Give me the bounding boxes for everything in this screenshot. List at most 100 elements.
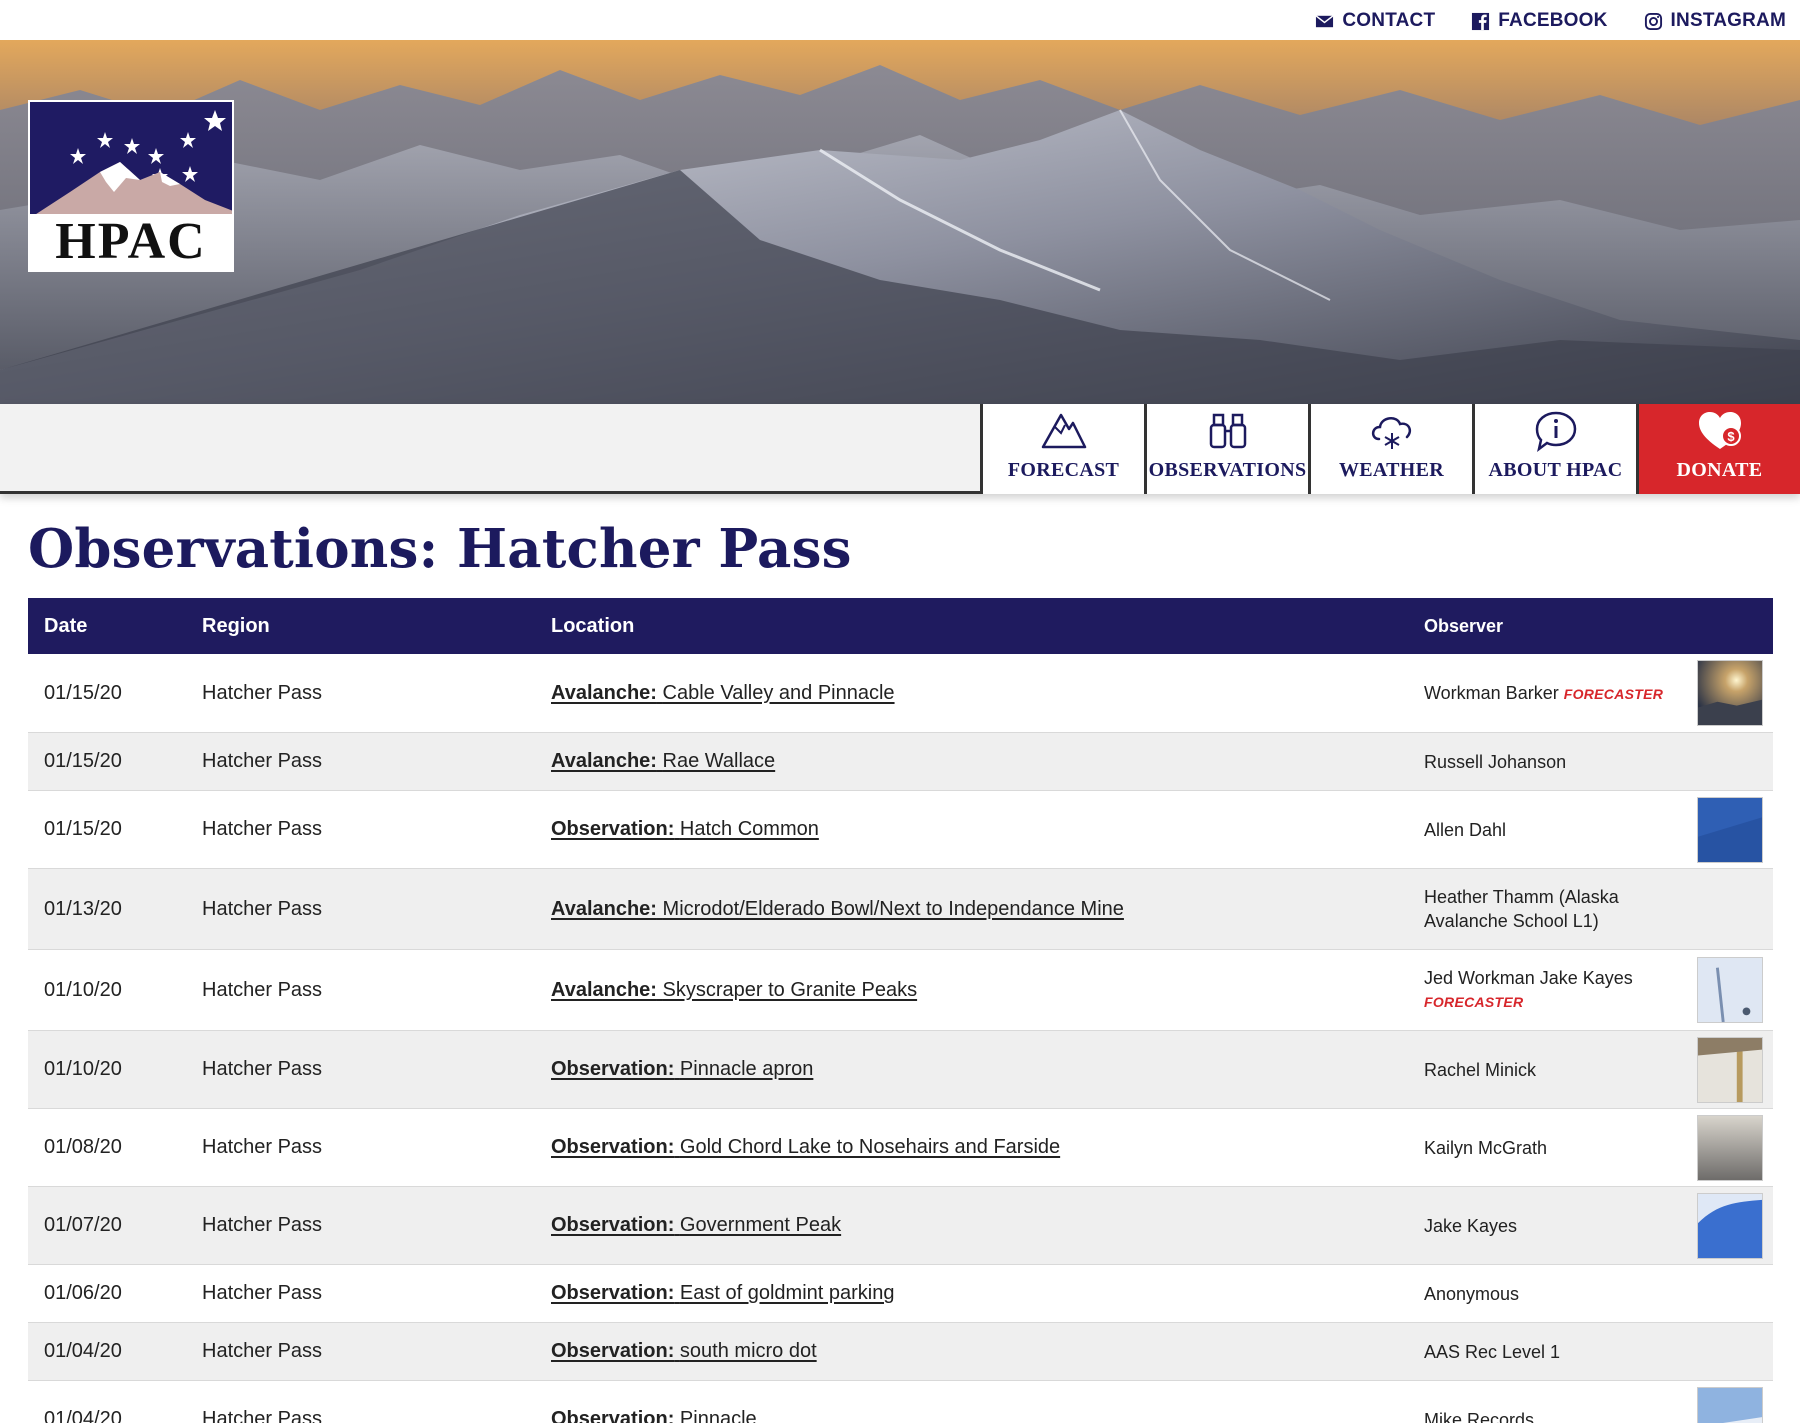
page-title: Observations: Hatcher Pass — [28, 518, 852, 580]
mountain-landscape-image — [0, 40, 1800, 404]
stars-mountain-emblem — [30, 110, 232, 222]
observation-photo-thumbnail[interactable] — [1697, 1192, 1763, 1259]
location-name: south micro dot — [679, 1340, 817, 1362]
row-date: 01/15/20 — [44, 681, 122, 704]
contact-label: CONTACT — [1342, 10, 1436, 31]
observer-name: Mike Records — [1424, 1409, 1535, 1423]
row-observer: Workman Barker FORECASTER — [1424, 681, 1693, 706]
hpac-logo[interactable]: HPAC — [28, 100, 234, 272]
location-link[interactable]: Observation: Government Peak — [551, 1214, 841, 1236]
row-date: 01/13/20 — [44, 897, 122, 920]
location-type: Observation: — [551, 1214, 675, 1236]
contact-link[interactable]: CONTACT — [1315, 10, 1435, 32]
facebook-link[interactable]: FACEBOOK — [1471, 10, 1607, 32]
row-location: Observation: Pinnacle — [551, 1408, 1424, 1423]
location-link[interactable]: Observation: Pinnacle apron — [551, 1058, 813, 1080]
row-location: Avalanche: Microdot/Elderado Bowl/Next t… — [551, 898, 1424, 921]
nav-forecast[interactable]: FORECAST — [980, 404, 1144, 494]
row-observer: Rachel Minick — [1424, 1058, 1693, 1082]
observation-photo-thumbnail[interactable] — [1697, 796, 1763, 863]
location-type: Observation: — [551, 1340, 675, 1362]
location-type: Avalanche: — [551, 681, 657, 704]
row-region: Hatcher Pass — [202, 897, 323, 920]
row-thumb-cell — [1693, 957, 1773, 1023]
header-observer[interactable]: Observer — [1424, 614, 1693, 638]
location-name: Government Peak — [679, 1214, 842, 1236]
observation-photo-thumbnail[interactable] — [1697, 1386, 1763, 1423]
location-link[interactable]: Observation: south micro dot — [551, 1340, 817, 1362]
table-row: 01/04/20 Hatcher Pass Observation: Pinna… — [28, 1381, 1773, 1423]
row-date: 01/07/20 — [44, 1214, 122, 1236]
location-link[interactable]: Avalanche: Cable Valley and Pinnacle — [551, 682, 895, 704]
location-link[interactable]: Observation: Pinnacle — [551, 1408, 757, 1423]
location-name: Hatch Common — [679, 818, 819, 840]
table-row: 01/15/20 Hatcher Pass Avalanche: Cable V… — [28, 654, 1773, 733]
header-date[interactable]: Date — [28, 615, 202, 638]
row-observer: Anonymous — [1424, 1282, 1693, 1306]
location-type: Observation: — [551, 1282, 675, 1304]
info-bubble-icon — [1535, 411, 1576, 453]
location-link[interactable]: Observation: East of goldmint parking — [551, 1282, 894, 1304]
hero-banner: HPAC — [0, 40, 1800, 404]
heart-dollar-icon: $ — [1698, 412, 1741, 449]
row-date: 01/04/20 — [44, 1340, 122, 1362]
nav-about-label: ABOUT HPAC — [1488, 459, 1623, 481]
table-row: 01/07/20 Hatcher Pass Observation: Gover… — [28, 1187, 1773, 1265]
nav-about[interactable]: ABOUT HPAC — [1472, 404, 1636, 494]
row-date: 01/10/20 — [44, 1058, 122, 1080]
nav-weather-label: WEATHER — [1338, 459, 1445, 481]
observer-name: Heather Thamm (Alaska Avalanche School L… — [1424, 887, 1619, 931]
location-link[interactable]: Observation: Gold Chord Lake to Nosehair… — [551, 1136, 1060, 1158]
row-date: 01/06/20 — [44, 1282, 122, 1304]
row-region: Hatcher Pass — [202, 1214, 323, 1236]
row-location: Observation: south micro dot — [551, 1340, 1424, 1363]
header-region[interactable]: Region — [202, 615, 551, 638]
location-name: Skyscraper to Granite Peaks — [662, 978, 918, 1001]
location-name: Gold Chord Lake to Nosehairs and Farside — [679, 1136, 1061, 1158]
row-location: Avalanche: Rae Wallace — [551, 750, 1424, 773]
location-name: Pinnacle apron — [679, 1058, 814, 1080]
observation-photo-thumbnail[interactable] — [1697, 1036, 1763, 1103]
row-thumb-cell — [1693, 660, 1773, 726]
header-location[interactable]: Location — [551, 615, 1424, 638]
row-date: 01/04/20 — [44, 1408, 122, 1423]
row-region: Hatcher Pass — [202, 978, 323, 1001]
row-observer: Allen Dahl — [1424, 818, 1693, 842]
row-location: Avalanche: Cable Valley and Pinnacle — [551, 682, 1424, 705]
location-name: Rae Wallace — [662, 750, 776, 772]
location-type: Observation: — [551, 1058, 675, 1080]
nav-donate-label: DONATE — [1676, 459, 1763, 481]
location-type: Avalanche: — [551, 897, 657, 920]
observation-photo-thumbnail[interactable] — [1697, 957, 1763, 1023]
location-type: Observation: — [551, 1136, 675, 1158]
facebook-label: FACEBOOK — [1498, 10, 1608, 31]
location-link[interactable]: Avalanche: Microdot/Elderado Bowl/Next t… — [551, 898, 1124, 920]
row-observer: Heather Thamm (Alaska Avalanche School L… — [1424, 885, 1693, 933]
observer-name: Russell Johanson — [1424, 751, 1567, 772]
row-region: Hatcher Pass — [202, 1408, 323, 1423]
location-name: East of goldmint parking — [679, 1282, 895, 1304]
location-link[interactable]: Avalanche: Rae Wallace — [551, 750, 775, 772]
observation-photo-thumbnail[interactable] — [1697, 1114, 1763, 1181]
location-link[interactable]: Observation: Hatch Common — [551, 818, 819, 840]
row-location: Observation: Gold Chord Lake to Nosehair… — [551, 1136, 1424, 1159]
table-row: 01/10/20 Hatcher Pass Avalanche: Skyscra… — [28, 950, 1773, 1031]
forecaster-badge: FORECASTER — [1424, 994, 1524, 1010]
facebook-icon — [1472, 12, 1490, 30]
nav-weather[interactable]: WEATHER — [1308, 404, 1472, 494]
location-link[interactable]: Avalanche: Skyscraper to Granite Peaks — [551, 979, 917, 1001]
observer-name: Anonymous — [1424, 1283, 1520, 1304]
observer-name: AAS Rec Level 1 — [1424, 1341, 1561, 1362]
table-row: 01/08/20 Hatcher Pass Observation: Gold … — [28, 1109, 1773, 1187]
row-observer: AAS Rec Level 1 — [1424, 1340, 1693, 1364]
nav-donate[interactable]: $ DONATE — [1636, 404, 1800, 494]
top-utility-bar: CONTACT FACEBOOK INSTAGRAM — [0, 0, 1800, 40]
nav-observations[interactable]: OBSERVATIONS — [1144, 404, 1308, 494]
observation-photo-thumbnail[interactable] — [1697, 660, 1763, 726]
row-date: 01/15/20 — [44, 818, 122, 840]
row-thumb-cell — [1693, 796, 1773, 863]
observer-name: Workman Barker — [1424, 682, 1559, 703]
location-name: Microdot/Elderado Bowl/Next to Independa… — [662, 897, 1124, 920]
row-region: Hatcher Pass — [202, 1058, 323, 1080]
instagram-link[interactable]: INSTAGRAM — [1644, 10, 1786, 32]
